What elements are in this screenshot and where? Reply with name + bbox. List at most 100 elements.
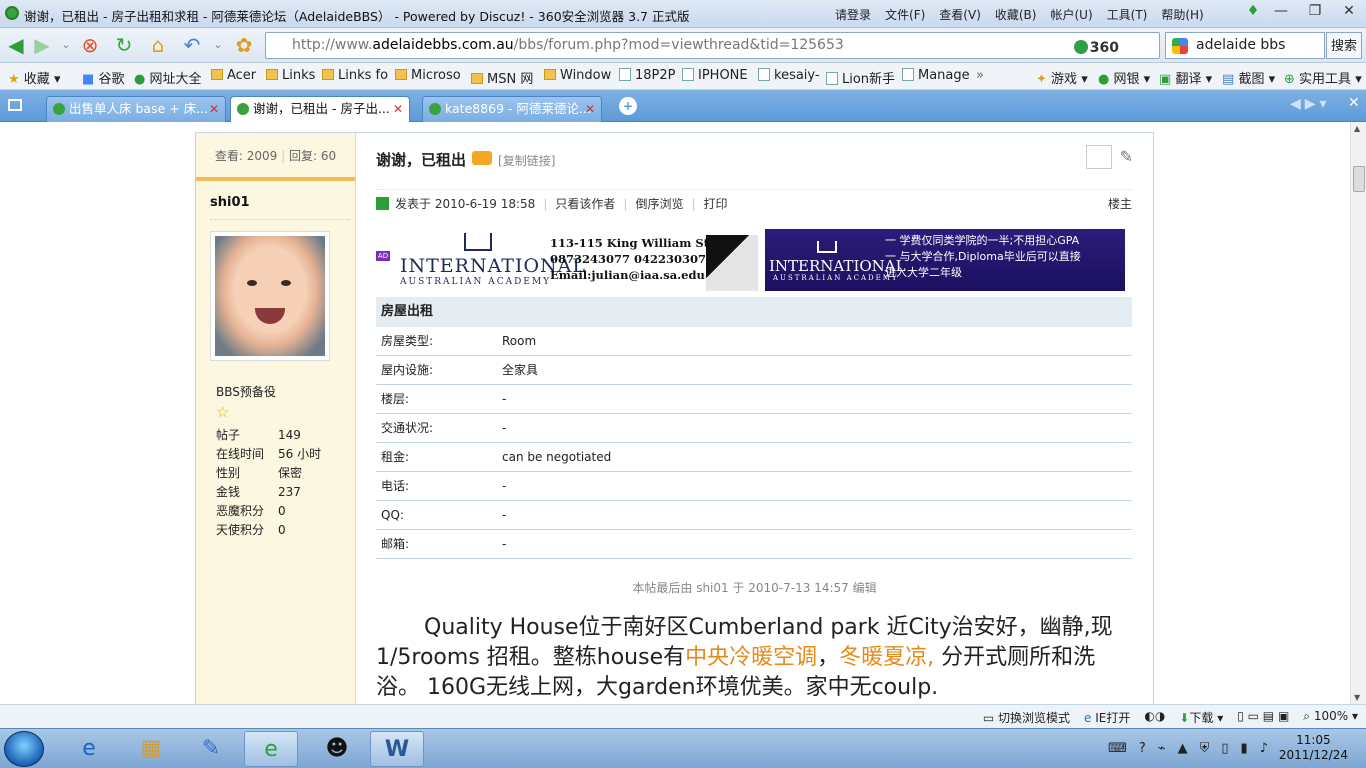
undo-close-icon[interactable]: ↶ xyxy=(180,33,204,57)
tab-kate8869[interactable]: kate8869 - 阿德莱德论... ✕ xyxy=(422,96,602,122)
tray-up-icon[interactable]: ▲ xyxy=(1178,741,1188,756)
folder-icon xyxy=(395,69,407,80)
author-username[interactable]: shi01 xyxy=(210,195,250,210)
profile-value[interactable]: 149 xyxy=(278,425,335,444)
toolbar-games[interactable]: ✦ 游戏 ▾ xyxy=(1036,68,1088,87)
maximize-button[interactable]: ❐ xyxy=(1298,0,1332,22)
google-icon: ■ xyxy=(82,72,95,87)
bookmark-msn[interactable]: MSN 网 xyxy=(471,68,533,87)
tab-current-thread[interactable]: 谢谢，已租出 - 房子出... ✕ xyxy=(230,96,410,122)
bookmark-kesaiy[interactable]: kesaiy- xyxy=(758,68,820,83)
window-titlebar: 谢谢，已租出 - 房子出租和求租 - 阿德莱德论坛（AdelaideBBS） -… xyxy=(0,0,1366,28)
menu-account[interactable]: 帐户(U) xyxy=(1050,6,1092,23)
bookmarks-overflow-icon[interactable]: » xyxy=(976,68,984,83)
ie-open-button[interactable]: e IE打开 xyxy=(1084,709,1130,726)
browser-taskbar-icon[interactable]: e xyxy=(244,731,298,767)
bookmark-18p2p[interactable]: 18P2P xyxy=(619,68,676,83)
tab-bed-sale[interactable]: 出售单人床 base + 床... ✕ xyxy=(46,96,226,122)
menu-tools[interactable]: 工具(T) xyxy=(1107,6,1148,23)
ad-banner-academy-2[interactable]: INTERNATIONAL AUSTRALIAN ACADEMY 一 学费仅同类… xyxy=(765,229,1125,291)
menu-file[interactable]: 文件(F) xyxy=(885,6,925,23)
keyboard-icon[interactable]: ⌨ xyxy=(1108,741,1127,756)
speaker-icon[interactable]: ♪ xyxy=(1260,741,1268,756)
tab-close-icon[interactable]: ✕ xyxy=(209,97,219,121)
download-button[interactable]: ⬇下载 ▾ xyxy=(1179,709,1223,726)
home-icon[interactable]: ⌂ xyxy=(146,33,170,57)
security-badge[interactable]: 360 xyxy=(1073,36,1119,58)
bookmark-microsoft[interactable]: Microso xyxy=(395,68,461,83)
explorer-taskbar-icon[interactable]: ▦ xyxy=(124,731,178,767)
scroll-up-icon[interactable]: ▲ xyxy=(1354,124,1360,133)
menu-view[interactable]: 查看(V) xyxy=(939,6,981,23)
back-icon[interactable]: ◀ xyxy=(4,33,28,57)
tab-nav-icons[interactable]: ◀▶▾ xyxy=(1290,96,1331,112)
bookmark-acer[interactable]: Acer xyxy=(211,68,256,83)
clock[interactable]: 11:05 2011/12/24 xyxy=(1279,733,1348,763)
folder-icon xyxy=(211,69,223,80)
power-icon[interactable]: ▯ xyxy=(1221,741,1228,756)
settings-taskbar-icon[interactable]: ✎ xyxy=(184,731,238,767)
toolbar-translate[interactable]: ▣ 翻译 ▾ xyxy=(1159,68,1212,87)
paw-icon[interactable]: ✿ xyxy=(232,33,256,57)
address-input[interactable]: http://www.adelaidebbs.com.au/bbs/forum.… xyxy=(265,32,1160,59)
start-button[interactable] xyxy=(4,731,44,767)
zoom-control[interactable]: ⌕ 100% ▾ xyxy=(1303,709,1358,726)
sidebar-toggle-icon[interactable] xyxy=(8,99,22,111)
bookmark-google[interactable]: ■ 谷歌 xyxy=(82,68,124,87)
tab-close-icon[interactable]: ✕ xyxy=(393,97,403,121)
only-author-link[interactable]: 只看该作者 xyxy=(555,197,615,211)
volume-icon[interactable]: ⌁ xyxy=(1158,741,1166,756)
copy-link[interactable]: [复制链接] xyxy=(498,154,555,168)
qq-taskbar-icon[interactable]: ☻ xyxy=(310,731,364,767)
scroll-down-icon[interactable]: ▼ xyxy=(1354,693,1360,702)
print-link[interactable]: 打印 xyxy=(704,197,728,211)
bookmark-links-for[interactable]: Links fo xyxy=(322,68,388,83)
bookmark-lion[interactable]: Lion新手 xyxy=(826,68,895,87)
vertical-scrollbar[interactable]: ▲ ▼ xyxy=(1350,122,1366,704)
ie-taskbar-icon[interactable]: e xyxy=(62,731,116,767)
toolbar-screenshot[interactable]: ▤ 截图 ▾ xyxy=(1222,68,1275,87)
edit-pen-icon[interactable]: ✎ xyxy=(1120,145,1133,169)
toolbar-utilities[interactable]: ⊕ 实用工具 ▾ xyxy=(1284,68,1362,87)
toolbar-bank[interactable]: ● 网银 ▾ xyxy=(1098,68,1150,87)
switch-mode-button[interactable]: ▭ 切换浏览模式 xyxy=(983,709,1070,726)
field-value: Room xyxy=(502,334,537,348)
reverse-order-link[interactable]: 倒序浏览 xyxy=(635,197,683,211)
bookmark-favorites[interactable]: ★ 收藏 ▾ xyxy=(8,68,60,87)
tab-close-icon[interactable]: ✕ xyxy=(585,97,595,121)
close-button[interactable]: ✕ xyxy=(1332,0,1366,22)
avatar[interactable] xyxy=(210,231,330,361)
word-taskbar-icon[interactable]: W xyxy=(370,731,424,767)
replies-count: 回复: 60 xyxy=(288,149,337,163)
close-tab-strip-icon[interactable]: ✕ xyxy=(1348,95,1360,111)
help-icon[interactable]: ? xyxy=(1139,741,1146,756)
menu-login[interactable]: 请登录 xyxy=(835,6,871,23)
shield-icon[interactable]: ⛨ xyxy=(1200,741,1210,756)
stop-icon[interactable]: ⊗ xyxy=(78,33,102,57)
menu-favorites[interactable]: 收藏(B) xyxy=(995,6,1037,23)
thread-title-text: 谢谢，已租出 xyxy=(376,151,467,169)
page-tools-icons[interactable]: ▯ ▭ ▤ ▣ xyxy=(1237,709,1289,726)
online-status-icon xyxy=(376,197,389,210)
network-icon[interactable]: ▮ xyxy=(1241,741,1248,756)
history-dropdown-icon[interactable]: ⌄ xyxy=(54,33,78,57)
bookmark-manage[interactable]: Manage xyxy=(902,68,970,83)
undo-dropdown-icon[interactable]: ⌄ xyxy=(206,33,230,57)
search-input[interactable]: adelaide bbs xyxy=(1165,32,1325,59)
toggle-icon[interactable]: ◐◑ xyxy=(1144,709,1165,726)
floor-label: 楼主 xyxy=(1107,197,1132,211)
new-tab-icon[interactable]: + xyxy=(619,97,637,115)
checkbox-icon[interactable] xyxy=(1085,145,1112,169)
minimize-button[interactable]: — xyxy=(1264,0,1298,22)
bookmark-links[interactable]: Links xyxy=(266,68,315,83)
search-button[interactable]: 搜索 xyxy=(1326,32,1362,59)
refresh-icon[interactable]: ↻ xyxy=(112,33,136,57)
bookmark-windows[interactable]: Window xyxy=(544,68,611,83)
bookmark-iphone[interactable]: IPHONE xyxy=(682,68,748,83)
ad-banner-academy[interactable]: AD INTERNATIONAL AUSTRALIAN ACADEMY 113-… xyxy=(376,229,758,291)
url-path: /bbs/forum.php?mod=viewthread&tid=125653 xyxy=(513,37,844,53)
menu-help[interactable]: 帮助(H) xyxy=(1161,6,1203,23)
bookmark-site-directory[interactable]: ● 网址大全 xyxy=(134,68,202,87)
forward-icon[interactable]: ▶ xyxy=(30,33,54,57)
scroll-thumb[interactable] xyxy=(1353,166,1365,192)
